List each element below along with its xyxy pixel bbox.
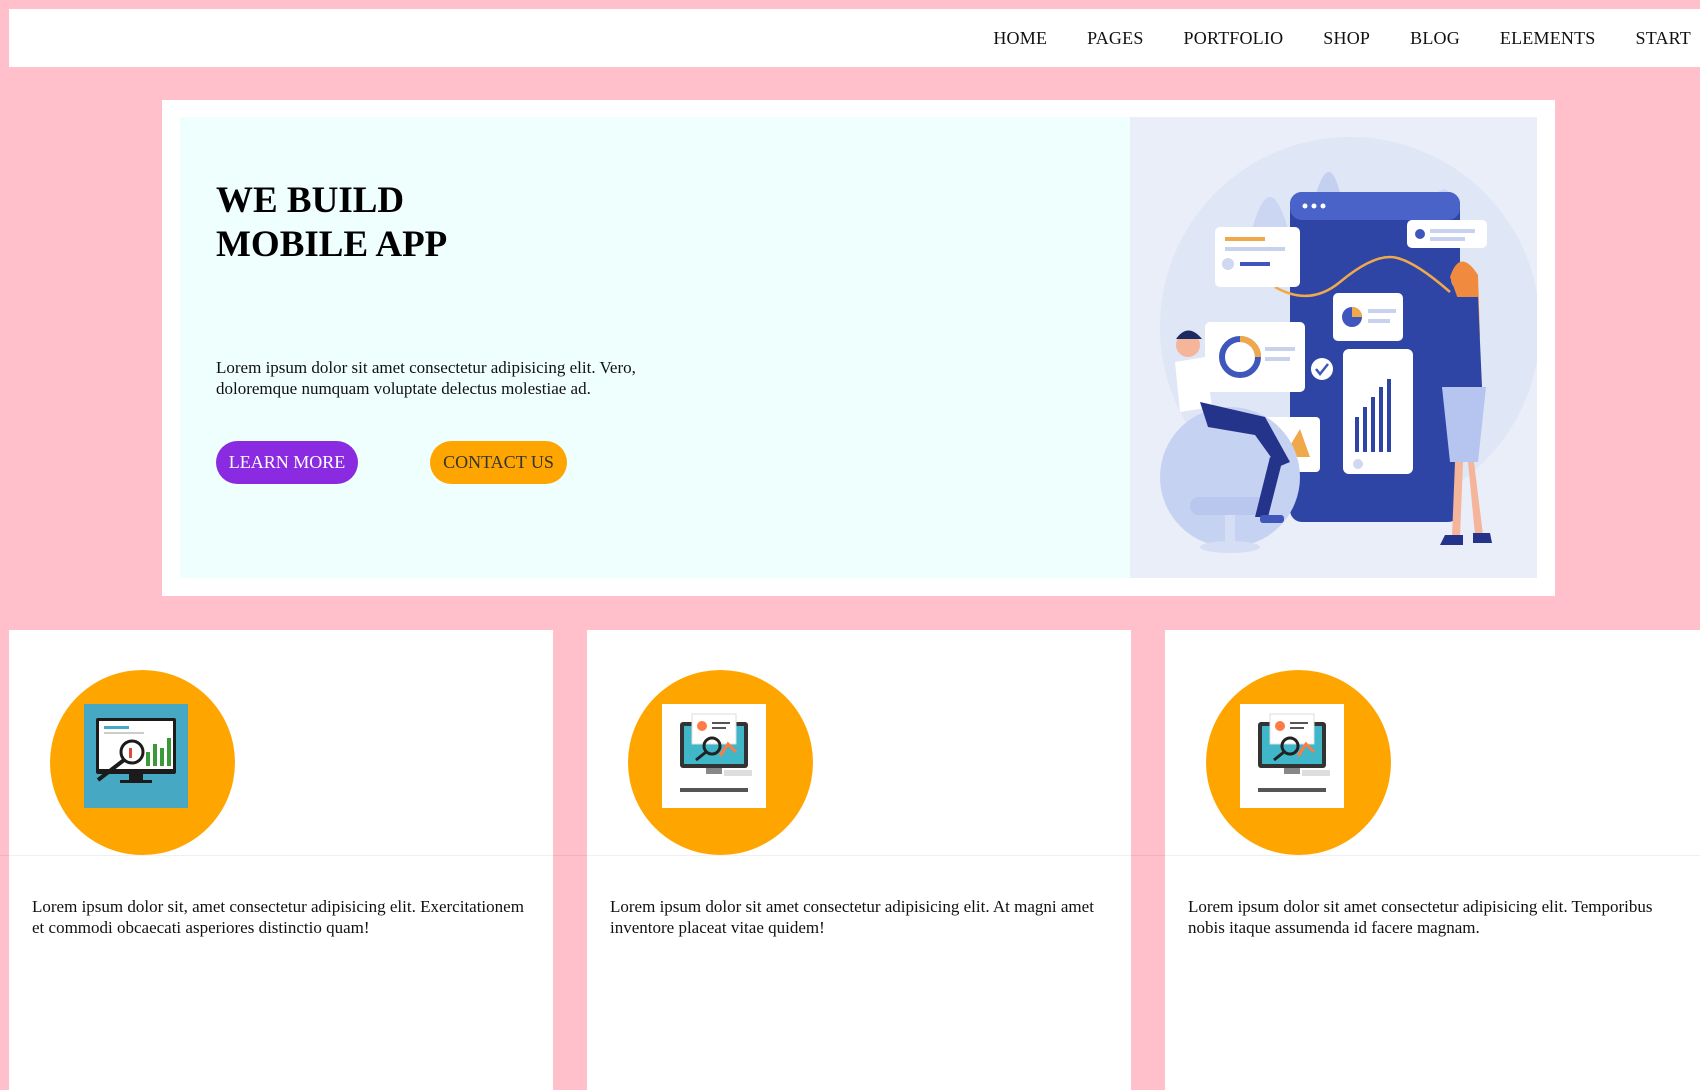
nav-item-start[interactable]: START	[1636, 28, 1691, 49]
hero-section: WE BUILD MOBILE APP Lorem ipsum dolor si…	[162, 100, 1555, 596]
hero-title: WE BUILD MOBILE APP	[216, 179, 447, 267]
hero-description: Lorem ipsum dolor sit amet consectetur a…	[216, 358, 636, 398]
service-card-3: Lorem ipsum dolor sit amet consectetur a…	[1165, 630, 1700, 1090]
market-analysis-icon	[662, 704, 766, 808]
contact-us-button[interactable]: CONTACT US	[430, 441, 567, 484]
hero-panel: WE BUILD MOBILE APP Lorem ipsum dolor si…	[180, 117, 1537, 578]
card-icon-circle	[50, 670, 235, 855]
market-analysis-icon	[1240, 704, 1344, 808]
hero-title-line1: WE BUILD	[216, 180, 405, 221]
section-divider	[0, 855, 1700, 856]
card-text: Lorem ipsum dolor sit amet consectetur a…	[1188, 897, 1653, 937]
nav-item-blog[interactable]: BLOG	[1410, 28, 1460, 49]
card-icon-circle	[1206, 670, 1391, 855]
card-text: Lorem ipsum dolor sit amet consectetur a…	[610, 897, 1094, 937]
service-card-2: Lorem ipsum dolor sit amet consectetur a…	[587, 630, 1131, 1090]
learn-more-button[interactable]: LEARN MORE	[216, 441, 358, 484]
nav-item-shop[interactable]: SHOP	[1323, 28, 1370, 49]
nav-item-home[interactable]: HOME	[993, 28, 1047, 49]
service-card-1: Lorem ipsum dolor sit, amet consectetur …	[9, 630, 553, 1090]
nav-item-pages[interactable]: PAGES	[1087, 28, 1143, 49]
hero-title-line2: MOBILE APP	[216, 224, 448, 265]
nav-item-elements[interactable]: ELEMENTS	[1500, 28, 1596, 49]
illustration-graphic	[1160, 137, 1537, 553]
navbar: HOME PAGES PORTFOLIO SHOP BLOG ELEMENTS …	[9, 9, 1700, 67]
team-analytics-illustration	[1130, 117, 1537, 578]
nav-item-portfolio[interactable]: PORTFOLIO	[1184, 28, 1284, 49]
card-text: Lorem ipsum dolor sit, amet consectetur …	[32, 897, 524, 937]
card-icon-circle	[628, 670, 813, 855]
analytics-icon	[84, 704, 188, 808]
nav-menu: HOME PAGES PORTFOLIO SHOP BLOG ELEMENTS …	[993, 9, 1700, 67]
